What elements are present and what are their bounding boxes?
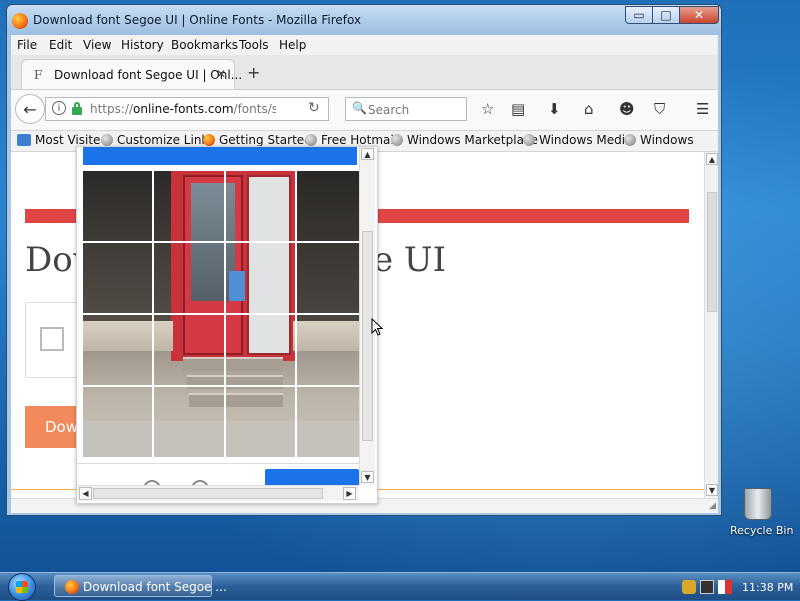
hamburger-menu-icon[interactable]: ☰ [696, 100, 709, 118]
search-icon: 🔍 [352, 101, 367, 115]
pocket-icon[interactable]: ⛉ [654, 100, 665, 118]
recycle-bin-icon [744, 488, 772, 520]
start-button[interactable] [8, 573, 36, 601]
url-text[interactable]: https://online-fonts.com/fonts/segoe [90, 102, 276, 116]
new-tab-button[interactable]: + [247, 63, 260, 82]
globe-icon [101, 134, 113, 146]
captcha-vertical-scrollbar[interactable]: ▲ ▼ [359, 147, 375, 485]
firefox-icon [12, 13, 28, 29]
checkbox[interactable] [40, 327, 64, 351]
title-bar[interactable]: Download font Segoe UI | Online Fonts - … [7, 5, 721, 35]
captcha-header [83, 147, 357, 165]
window-title: Download font Segoe UI | Online Fonts - … [33, 13, 362, 27]
recycle-bin-label: Recycle Bin [730, 524, 794, 537]
search-bar[interactable]: 🔍 Search [345, 97, 467, 121]
window-sill-left [83, 321, 173, 351]
globe-icon [391, 134, 403, 146]
door-notice [229, 271, 245, 301]
scroll-up-icon[interactable]: ▲ [706, 153, 718, 165]
verify-button[interactable] [265, 469, 359, 485]
security-key-icon[interactable] [682, 580, 696, 594]
captcha-challenge: ▲ ▼ ◀ ▶ [76, 146, 378, 504]
tab-title: Download font Segoe UI | Onl... [54, 68, 243, 82]
reload-icon[interactable]: ↻ [308, 100, 320, 116]
bookmark-free-hotmail[interactable]: Free Hotmail [305, 133, 397, 147]
network-icon[interactable] [700, 580, 714, 594]
captcha-image-grid [83, 171, 359, 457]
back-arrow-icon: ← [23, 99, 37, 119]
scroll-right-icon[interactable]: ▶ [343, 487, 356, 500]
bookmark-windows-marketplace[interactable]: Windows Marketplace [391, 133, 538, 147]
tab-strip: F Download font Segoe UI | Onl... ✕ + [11, 55, 718, 90]
taskbar-button-label: Download font Segoe ... [83, 580, 227, 594]
maximize-button[interactable]: □ [652, 6, 680, 24]
menu-help[interactable]: Help [279, 38, 306, 52]
menu-bookmarks[interactable]: Bookmarks [171, 38, 238, 52]
step [189, 393, 283, 407]
scroll-down-icon[interactable]: ▼ [706, 484, 718, 496]
home-icon[interactable]: ⌂ [584, 100, 594, 118]
scroll-thumb[interactable] [93, 488, 323, 499]
windows-logo-icon [16, 581, 28, 593]
url-bar[interactable]: i https://online-fonts.com/fonts/segoe ↻ [45, 97, 329, 121]
menu-tools[interactable]: Tools [239, 38, 269, 52]
captcha-footer-divider [77, 463, 359, 464]
minimize-button[interactable]: ▭ [625, 6, 653, 24]
taskbar: Download font Segoe ... 11:38 PM [0, 572, 800, 601]
menu-edit[interactable]: Edit [49, 38, 72, 52]
smiley-icon[interactable]: ☻ [619, 100, 635, 118]
globe-icon [523, 134, 535, 146]
navigation-bar: ← i https://online-fonts.com/fonts/segoe… [11, 90, 718, 131]
library-icon[interactable]: ▤ [511, 100, 525, 118]
bookmark-getting-started[interactable]: Getting Started [203, 133, 312, 147]
grid-line [83, 241, 359, 243]
tab-active[interactable]: F Download font Segoe UI | Onl... ✕ [21, 59, 242, 89]
globe-icon [305, 134, 317, 146]
bookmark-most-visited[interactable]: Most Visited [17, 133, 108, 147]
scroll-down-icon[interactable]: ▼ [361, 471, 374, 483]
bookmark-customize-links[interactable]: Customize Links [101, 133, 215, 147]
firefox-icon [203, 134, 215, 146]
menu-bar: File Edit View History Bookmarks Tools H… [11, 35, 718, 55]
step [183, 357, 283, 371]
tab-favicon-icon: F [34, 68, 43, 82]
resize-grip-icon[interactable]: ◢ [709, 501, 716, 511]
captcha-horizontal-scrollbar[interactable]: ◀ ▶ [77, 485, 359, 501]
open-door [247, 175, 291, 355]
lock-icon [72, 102, 82, 115]
menu-view[interactable]: View [83, 38, 111, 52]
scroll-up-icon[interactable]: ▲ [361, 148, 374, 160]
grid-line [83, 313, 359, 315]
volume-icon[interactable] [718, 580, 732, 594]
bookmark-star-icon[interactable]: ☆ [481, 100, 494, 118]
captcha-image [83, 171, 173, 341]
firefox-icon [65, 580, 79, 594]
mouse-cursor-icon [371, 318, 383, 336]
tab-close-icon[interactable]: ✕ [216, 67, 226, 81]
menu-file[interactable]: File [17, 38, 37, 52]
window-sill-right [293, 321, 359, 351]
globe-icon [624, 134, 636, 146]
taskbar-firefox-button[interactable]: Download font Segoe ... [54, 575, 227, 597]
bookmark-windows-media[interactable]: Windows Media [523, 133, 632, 147]
back-button[interactable]: ← [15, 94, 45, 124]
close-button[interactable]: ✕ [679, 6, 719, 24]
grid-line [83, 385, 359, 387]
scroll-left-icon[interactable]: ◀ [79, 487, 92, 500]
bookmark-windows[interactable]: Windows [624, 133, 694, 147]
info-icon[interactable]: i [52, 101, 66, 115]
page-scrollbar[interactable]: ▲ ▼ [704, 152, 718, 498]
search-placeholder: Search [368, 103, 410, 117]
clock[interactable]: 11:38 PM [742, 581, 793, 594]
scroll-thumb[interactable] [362, 231, 373, 441]
captcha-image-right [293, 171, 359, 341]
system-tray: 11:38 PM [680, 577, 800, 597]
scroll-thumb[interactable] [707, 192, 717, 312]
menu-history[interactable]: History [121, 38, 164, 52]
sidewalk [83, 421, 359, 457]
most-visited-icon [17, 134, 31, 146]
download-icon[interactable]: ⬇ [548, 100, 561, 118]
